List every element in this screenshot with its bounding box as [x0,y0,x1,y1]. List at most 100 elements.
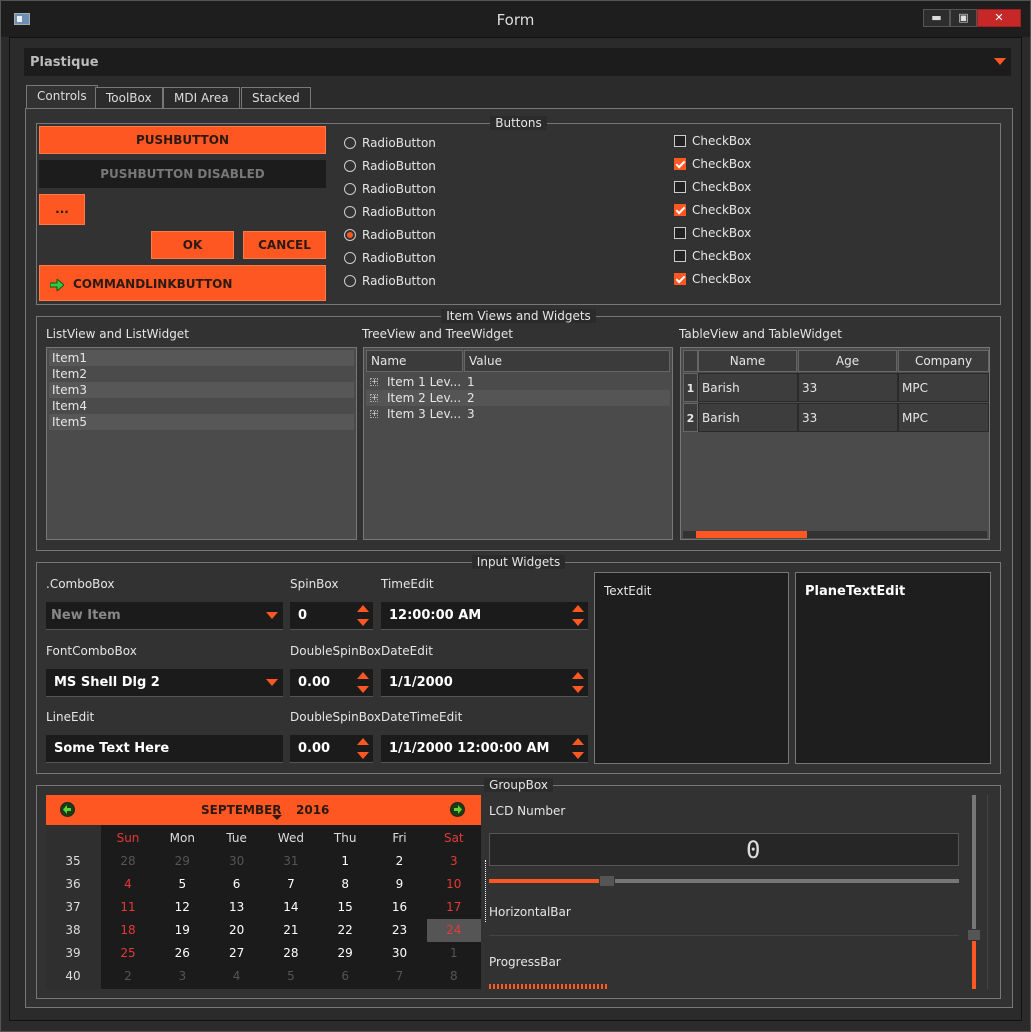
calendar-day[interactable]: 1 [318,850,372,873]
calendar-day[interactable]: 30 [373,942,427,965]
tree-row[interactable]: + Item 3 Lev... 3 [366,406,670,422]
prev-month-icon[interactable] [60,802,75,817]
expand-icon[interactable]: + [370,410,378,418]
calendar-day[interactable]: 2 [101,965,155,988]
calendar-day[interactable]: 11 [101,896,155,919]
ellipsis-button[interactable]: ... [39,194,85,225]
push-button[interactable]: PUSHBUTTON [39,126,326,154]
line-edit[interactable]: Some Text Here [46,735,283,763]
calendar-day[interactable]: 4 [210,965,264,988]
radio-button[interactable]: RadioButton [344,159,436,173]
table-cell-company[interactable]: MPC [898,403,989,432]
spin-down-icon[interactable] [357,752,369,759]
expand-icon[interactable]: + [370,378,378,386]
style-combobox[interactable]: Plastique [24,48,1011,76]
spin-down-icon[interactable] [572,752,584,759]
calendar-day[interactable]: 28 [264,942,318,965]
calendar-day[interactable]: 25 [101,942,155,965]
calendar-day[interactable]: 7 [264,873,318,896]
list-item[interactable]: Item2 [49,366,354,382]
spin-up-icon[interactable] [357,605,369,612]
calendar-day[interactable]: 26 [155,942,209,965]
close-button[interactable]: ✕ [977,9,1021,27]
font-combobox[interactable]: MS Shell Dlg 2 [46,669,283,697]
table-cell-name[interactable]: Barish [698,403,798,432]
calendar-year[interactable]: 2016 [296,803,329,817]
date-edit[interactable]: 1/1/2000 [381,669,588,697]
spin-down-icon[interactable] [357,686,369,693]
radio-button[interactable]: RadioButton [344,182,436,196]
calendar-day[interactable]: 18 [101,919,155,942]
checkbox[interactable]: CheckBox [674,203,751,217]
calendar-day[interactable]: 29 [318,942,372,965]
spin-up-icon[interactable] [572,605,584,612]
list-item[interactable]: Item3 [49,382,354,398]
spin-down-icon[interactable] [572,619,584,626]
radio-button[interactable]: RadioButton [344,136,436,150]
calendar-day[interactable]: 8 [427,965,481,988]
radio-button[interactable]: RadioButton [344,205,436,219]
vertical-slider[interactable] [967,795,981,989]
radio-button[interactable]: RadioButton [344,274,436,288]
checkbox[interactable]: CheckBox [674,249,751,263]
spin-up-icon[interactable] [572,672,584,679]
tree-widget[interactable]: Name Value + Item 1 Lev... 1 + Item 2 Lev...… [363,347,673,540]
calendar-day[interactable]: 12 [155,896,209,919]
expand-icon[interactable]: + [370,394,378,402]
calendar-day[interactable]: 3 [155,965,209,988]
calendar-day[interactable]: 7 [373,965,427,988]
calendar-day[interactable]: 16 [373,896,427,919]
table-header-age[interactable]: Age [798,350,897,372]
command-link-button[interactable]: COMMANDLINKBUTTON [39,265,326,301]
scrollbar-handle[interactable] [696,531,807,538]
calendar-day[interactable]: 4 [101,873,155,896]
tab-mdi-area[interactable]: MDI Area [163,87,240,109]
table-row-header[interactable]: 2 [683,403,698,432]
calendar-day[interactable]: 31 [264,850,318,873]
calendar-day[interactable]: 30 [210,850,264,873]
calendar-day[interactable]: 13 [210,896,264,919]
checkbox[interactable]: CheckBox [674,180,751,194]
table-header-name[interactable]: Name [698,350,797,372]
double-spinbox-1[interactable]: 0.00 [290,669,373,697]
calendar-day[interactable]: 29 [155,850,209,873]
table-corner[interactable] [683,350,698,372]
minimize-button[interactable]: ▬ [923,9,950,27]
calendar-day[interactable]: 1 [427,942,481,965]
radio-button[interactable]: RadioButton [344,251,436,265]
tab-toolbox[interactable]: ToolBox [95,87,163,109]
spinbox[interactable]: 0 [290,602,373,630]
checkbox[interactable]: CheckBox [674,134,751,148]
table-row-header[interactable]: 1 [683,373,698,402]
calendar-day[interactable]: 9 [373,873,427,896]
calendar-day[interactable]: 19 [155,919,209,942]
double-spinbox-2[interactable]: 0.00 [290,735,373,763]
checkbox[interactable]: CheckBox [674,272,751,286]
list-item[interactable]: Item4 [49,398,354,414]
table-header-company[interactable]: Company [898,350,989,372]
tree-header-value[interactable]: Value [464,350,670,372]
tree-header-name[interactable]: Name [366,350,463,372]
calendar-day[interactable]: 27 [210,942,264,965]
tree-row[interactable]: + Item 1 Lev... 1 [366,374,670,390]
calendar-day[interactable]: 24 [426,919,481,942]
plain-text-edit[interactable]: PlaneTextEdit [795,572,991,764]
checkbox[interactable]: CheckBox [674,226,751,240]
calendar-day[interactable]: 28 [101,850,155,873]
spin-up-icon[interactable] [572,738,584,745]
maximize-button[interactable]: ▣ [950,9,977,27]
list-item[interactable]: Item5 [49,414,354,430]
calendar-day[interactable]: 3 [427,850,481,873]
calendar-day[interactable]: 17 [427,896,481,919]
title-bar[interactable]: Form ▬ ▣ ✕ [1,1,1030,37]
calendar-day[interactable]: 23 [373,919,427,942]
vslider-handle[interactable] [967,928,981,941]
cancel-button[interactable]: CANCEL [243,231,326,259]
datetime-edit[interactable]: 1/1/2000 12:00:00 AM [381,735,588,763]
spin-up-icon[interactable] [357,672,369,679]
combobox[interactable]: New Item [46,602,283,630]
calendar-widget[interactable]: SEPTEMBER 2016 Sun Mon Tue Wed Thu Fri Sat 35 28… [46,795,481,989]
calendar-day[interactable]: 10 [427,873,481,896]
calendar-day[interactable]: 2 [373,850,427,873]
table-widget[interactable]: Name Age Company 1 Barish 33 MPC 2 Barish 33 MP… [680,347,990,540]
